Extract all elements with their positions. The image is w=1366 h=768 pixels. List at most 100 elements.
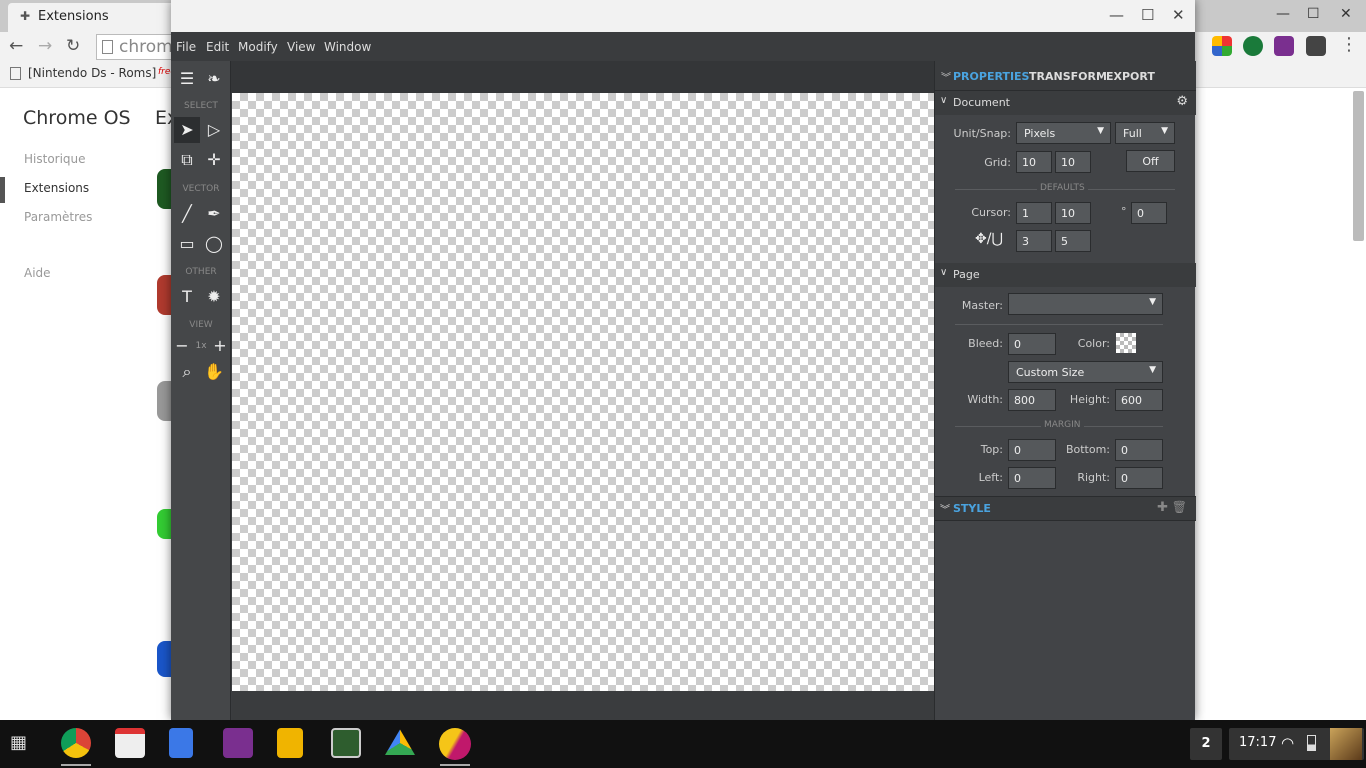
section-select-label: SELECT (184, 101, 218, 111)
forward-icon[interactable]: → (38, 36, 52, 56)
puzzle-icon: ✚ (20, 9, 31, 23)
tab-export[interactable]: EXPORT (1106, 70, 1155, 83)
scrollbar[interactable] (1353, 91, 1364, 241)
snap-select[interactable]: Full ▼ (1115, 122, 1175, 144)
move-tool-icon[interactable]: ✛ (201, 147, 227, 173)
chrome-app-icon[interactable] (61, 728, 91, 758)
caret-down-icon: ▼ (1161, 126, 1168, 136)
hand-tool-icon[interactable]: ✋ (201, 359, 227, 385)
notification-badge[interactable]: 2 (1190, 728, 1222, 760)
magnifier-icon[interactable]: ⌕ (174, 359, 200, 385)
grid-y-input[interactable]: 10 (1055, 151, 1091, 173)
menu-window[interactable]: Window (324, 40, 371, 54)
extension-icon-1[interactable] (1212, 36, 1232, 56)
hamburger-menu-icon[interactable]: ☰ (174, 66, 200, 92)
color-swatch[interactable] (1116, 333, 1136, 353)
margin-bottom-input[interactable]: 0 (1115, 439, 1163, 461)
cursor-input-1[interactable]: 1 (1016, 202, 1052, 224)
wifi-icon: ◠ (1281, 734, 1295, 752)
close-icon[interactable]: ✕ (1340, 6, 1352, 22)
minimize-icon[interactable]: — (1109, 6, 1124, 24)
close-icon[interactable]: ✕ (1172, 6, 1185, 24)
direct-select-tool-icon[interactable]: ▷ (201, 117, 227, 143)
bleed-input[interactable]: 0 (1008, 333, 1056, 355)
master-select[interactable]: ▼ (1008, 293, 1163, 315)
onenote-app-icon[interactable] (223, 728, 253, 758)
drive-app-icon[interactable] (385, 729, 415, 755)
battery-icon (1307, 735, 1316, 751)
tab-properties[interactable]: PROPERTIES (953, 70, 1029, 83)
gear-icon[interactable]: ⚙ (1176, 94, 1188, 109)
margin-left-input[interactable]: 0 (1008, 467, 1056, 489)
height-input[interactable]: 600 (1115, 389, 1163, 411)
drawing-canvas[interactable] (232, 93, 934, 691)
gear-icon[interactable]: ✹ (201, 284, 227, 310)
top-label: Top: (980, 443, 1003, 456)
chrome-tab-extensions[interactable]: ✚ Extensions (8, 3, 176, 32)
line-tool-icon[interactable]: ╱ (174, 201, 200, 227)
trash-icon[interactable]: 🗑 (1172, 500, 1187, 514)
angle-input[interactable]: 0 (1131, 202, 1167, 224)
add-icon[interactable]: ✚ (1157, 500, 1168, 515)
menu-view[interactable]: View (287, 40, 315, 54)
style-section-header[interactable]: ︾ STYLE ✚ 🗑 (935, 496, 1196, 521)
rectangle-tool-icon[interactable]: ▭ (174, 231, 200, 257)
section-vector-label: VECTOR (182, 184, 220, 194)
sidebar-item-parametres[interactable]: Paramètres (24, 210, 92, 224)
nudge-input-2[interactable]: 5 (1055, 230, 1091, 252)
gmail-app-icon[interactable] (115, 728, 145, 758)
margin-top-input[interactable]: 0 (1008, 439, 1056, 461)
text-tool-icon[interactable]: T (174, 284, 200, 310)
vectr-window: — ☐ ✕ File Edit Modify View Window ☰ ❧ S… (171, 0, 1196, 720)
select-tool-icon[interactable]: ➤ (174, 117, 200, 143)
chevron-down-icon: ∨ (940, 267, 948, 278)
pen-tool-icon[interactable]: ✒ (201, 201, 227, 227)
bookmark-nintendo[interactable]: [Nintendo Ds - Roms] (10, 66, 156, 80)
color-label: Color: (1077, 337, 1110, 350)
unit-value: Pixels (1024, 127, 1056, 140)
ellipse-tool-icon[interactable]: ◯ (201, 231, 227, 257)
page-section-header[interactable]: ∨ Page (935, 263, 1196, 287)
sidebar-item-aide[interactable]: Aide (24, 266, 51, 280)
menu-file[interactable]: File (176, 40, 196, 54)
unit-select[interactable]: Pixels ▼ (1016, 122, 1111, 144)
width-input[interactable]: 800 (1008, 389, 1056, 411)
menu-modify[interactable]: Modify (238, 40, 278, 54)
tab-transform[interactable]: TRANSFORM (1029, 70, 1107, 83)
document-section-header[interactable]: ∨ Document ⚙ (935, 91, 1196, 115)
bleed-label: Bleed: (968, 337, 1003, 350)
caret-down-icon: ▼ (1149, 365, 1156, 375)
extension-icon-2[interactable] (1243, 36, 1263, 56)
slides-app-icon[interactable] (277, 728, 303, 758)
nudge-input-1[interactable]: 3 (1016, 230, 1052, 252)
active-indicator (440, 764, 470, 766)
vectr-app-icon[interactable] (439, 728, 471, 760)
docs-app-icon[interactable] (169, 728, 193, 758)
active-indicator (0, 177, 5, 203)
zoom-in-icon[interactable]: + (207, 333, 233, 359)
scale-tool-icon[interactable]: ⧉ (174, 147, 200, 173)
cursor-input-2[interactable]: 10 (1055, 202, 1091, 224)
chart-app-icon[interactable] (331, 728, 361, 758)
margin-right-input[interactable]: 0 (1115, 467, 1163, 489)
grid-toggle-button[interactable]: Off (1126, 150, 1175, 172)
maximize-icon[interactable]: ☐ (1141, 6, 1154, 24)
active-indicator (61, 764, 91, 766)
sidebar-item-historique[interactable]: Historique (24, 152, 86, 166)
app-launcher-icon[interactable]: ▦ (10, 732, 32, 754)
chrome-menu-icon[interactable]: ⋮ (1340, 34, 1358, 55)
size-preset-select[interactable]: Custom Size ▼ (1008, 361, 1163, 383)
extension-icon-4[interactable] (1306, 36, 1326, 56)
chevron-double-down-icon[interactable]: ︾ (941, 69, 951, 84)
onenote-extension-icon[interactable] (1274, 36, 1294, 56)
page-icon (102, 40, 113, 54)
grid-x-input[interactable]: 10 (1016, 151, 1052, 173)
maximize-icon[interactable]: ☐ (1307, 6, 1320, 22)
leaf-icon[interactable]: ❧ (201, 66, 227, 92)
minimize-icon[interactable]: — (1276, 6, 1290, 22)
sidebar-item-extensions[interactable]: Extensions (24, 181, 89, 195)
reload-icon[interactable]: ↻ (66, 36, 80, 56)
back-icon[interactable]: ← (9, 36, 23, 56)
menu-edit[interactable]: Edit (206, 40, 229, 54)
system-tray[interactable]: 17:17 ◠ (1229, 728, 1364, 760)
